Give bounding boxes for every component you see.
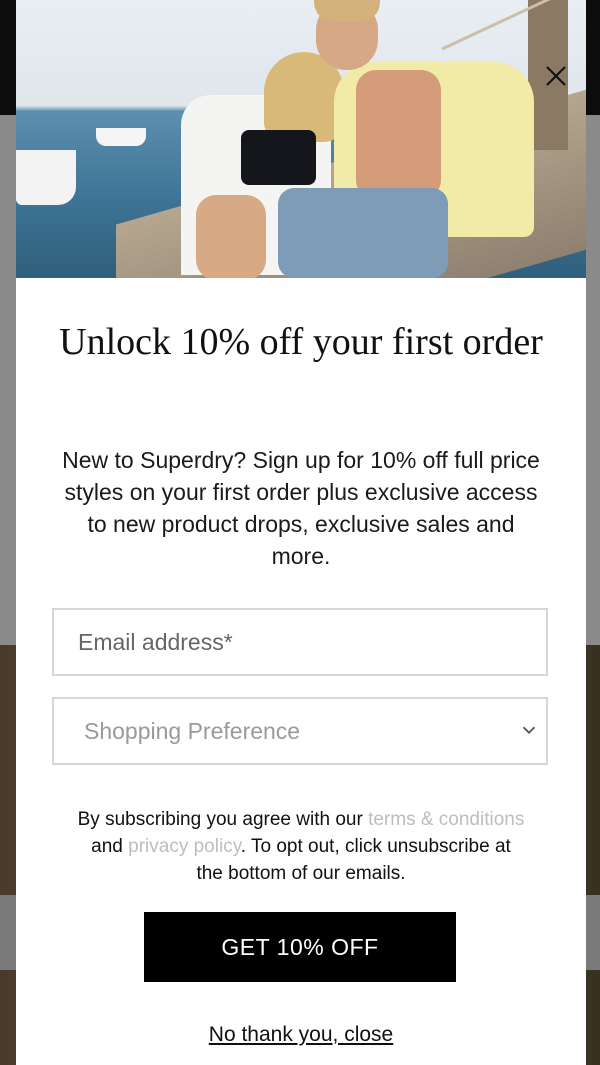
close-button[interactable] <box>538 58 574 94</box>
hero-image <box>16 0 586 278</box>
email-field[interactable] <box>52 608 548 676</box>
legal-and: and <box>91 836 129 857</box>
legal-suffix: . To opt out, click unsubscribe at the b… <box>196 836 511 884</box>
modal-description: New to Superdry? Sign up for 10% off ful… <box>62 447 540 569</box>
newsletter-modal: Unlock 10% off your first order New to S… <box>16 0 586 1065</box>
dismiss-container: No thank you, close <box>16 1023 586 1047</box>
shopping-preference-select[interactable]: Shopping Preference <box>52 697 548 765</box>
legal-prefix: By subscribing you agree with our <box>77 809 369 830</box>
close-icon <box>546 66 566 86</box>
legal-text: By subscribing you agree with our terms … <box>76 806 526 887</box>
modal-title: Unlock 10% off your first order <box>59 321 543 363</box>
get-discount-button[interactable]: GET 10% OFF <box>144 912 456 982</box>
privacy-link[interactable]: privacy policy <box>128 836 241 857</box>
shopping-preference-value: Shopping Preference <box>84 717 301 744</box>
terms-link[interactable]: terms & conditions <box>368 809 524 830</box>
dismiss-link[interactable]: No thank you, close <box>209 1023 393 1046</box>
chevron-down-icon <box>522 726 536 735</box>
